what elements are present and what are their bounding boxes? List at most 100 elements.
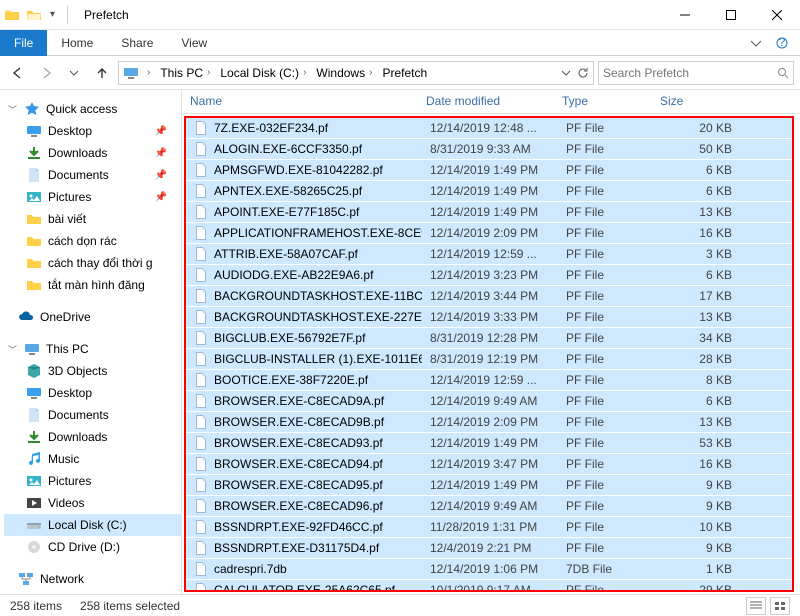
sidebar-item-tắt-màn-hình-đăng[interactable]: tắt màn hình đăng	[4, 274, 181, 296]
address-bar[interactable]: › This PC› Local Disk (C:)› Windows› Pre…	[118, 61, 594, 85]
file-row[interactable]: APPLICATIONFRAMEHOST.EXE-8CE9A1E...12/14…	[186, 223, 792, 244]
crumb-local-disk[interactable]: Local Disk (C:)›	[218, 62, 312, 84]
file-row[interactable]: APNTEX.EXE-58265C25.pf12/14/2019 1:49 PM…	[186, 181, 792, 202]
maximize-button[interactable]	[708, 0, 754, 30]
ribbon-tab-share[interactable]: Share	[107, 30, 167, 56]
sidebar-item-downloads[interactable]: Downloads	[4, 426, 181, 448]
sidebar-item-music[interactable]: Music	[4, 448, 181, 470]
sidebar-this-pc[interactable]: ﹀ This PC	[4, 338, 181, 360]
pin-icon: 📌	[155, 126, 167, 137]
sidebar-item-cd-drive-d-[interactable]: CD Drive (D:)	[4, 536, 181, 558]
file-row[interactable]: BROWSER.EXE-C8ECAD9B.pf12/14/2019 2:09 P…	[186, 412, 792, 433]
file-name: APMSGFWD.EXE-81042282.pf	[214, 163, 383, 177]
file-icon	[194, 184, 208, 198]
view-large-icons-icon[interactable]	[770, 597, 790, 615]
file-row[interactable]: BROWSER.EXE-C8ECAD9A.pf12/14/2019 9:49 A…	[186, 391, 792, 412]
search-box[interactable]	[598, 61, 794, 85]
file-icon	[194, 121, 208, 135]
sidebar-item-desktop[interactable]: Desktop	[4, 382, 181, 404]
ribbon-tab-home[interactable]: Home	[47, 30, 107, 56]
file-icon	[194, 436, 208, 450]
file-row[interactable]: BROWSER.EXE-C8ECAD96.pf12/14/2019 9:49 A…	[186, 496, 792, 517]
sidebar-item-cách-thay-đổi-thời-g[interactable]: cách thay đổi thời g	[4, 252, 181, 274]
file-icon	[194, 226, 208, 240]
sidebar-quick-access-label: Quick access	[46, 102, 117, 116]
file-row[interactable]: ALOGIN.EXE-6CCF3350.pf8/31/2019 9:33 AMP…	[186, 139, 792, 160]
file-row[interactable]: CALCULATOR.EXE-25A62C65.pf10/1/2019 9:17…	[186, 580, 792, 592]
ribbon-tab-file[interactable]: File	[0, 30, 47, 56]
chevron-right-icon[interactable]: ›	[143, 67, 154, 78]
file-date: 12/14/2019 1:49 PM	[422, 163, 558, 177]
help-icon[interactable]: ?	[772, 33, 792, 53]
file-type: 7DB File	[558, 562, 656, 576]
file-icon	[194, 163, 208, 177]
search-input[interactable]	[603, 66, 773, 80]
sidebar-item-local-disk-c-[interactable]: Local Disk (C:)	[4, 514, 181, 536]
search-icon[interactable]	[777, 67, 789, 79]
file-row[interactable]: BSSNDRPT.EXE-92FD46CC.pf11/28/2019 1:31 …	[186, 517, 792, 538]
file-icon	[194, 478, 208, 492]
sidebar-item-pictures[interactable]: Pictures📌	[4, 186, 181, 208]
file-row[interactable]: BROWSER.EXE-C8ECAD95.pf12/14/2019 1:49 P…	[186, 475, 792, 496]
file-name: BIGCLUB-INSTALLER (1).EXE-1011E6DA.pf	[214, 352, 422, 366]
sidebar-item-label: Documents	[48, 408, 109, 422]
file-list[interactable]: 7Z.EXE-032EF234.pf12/14/2019 12:48 ...PF…	[184, 116, 794, 592]
file-row[interactable]: cadrespri.7db12/14/2019 1:06 PM7DB File1…	[186, 559, 792, 580]
crumb-prefetch[interactable]: Prefetch	[380, 62, 429, 84]
forward-button[interactable]	[34, 61, 58, 85]
up-button[interactable]	[90, 61, 114, 85]
file-type: PF File	[558, 436, 656, 450]
file-row[interactable]: AUDIODG.EXE-AB22E9A6.pf12/14/2019 3:23 P…	[186, 265, 792, 286]
status-item-count: 258 items	[10, 599, 62, 613]
file-row[interactable]: ATTRIB.EXE-58A07CAF.pf12/14/2019 12:59 .…	[186, 244, 792, 265]
sidebar-item-label: Desktop	[48, 124, 92, 138]
file-row[interactable]: BIGCLUB.EXE-56792E7F.pf8/31/2019 12:28 P…	[186, 328, 792, 349]
sidebar-item-desktop[interactable]: Desktop 📌	[4, 120, 181, 142]
file-row[interactable]: BIGCLUB-INSTALLER (1).EXE-1011E6DA.pf8/3…	[186, 349, 792, 370]
folder-open-icon[interactable]	[26, 7, 42, 23]
refresh-icon[interactable]	[577, 67, 589, 79]
sidebar-item-videos[interactable]: Videos	[4, 492, 181, 514]
file-row[interactable]: BSSNDRPT.EXE-D31175D4.pf12/4/2019 2:21 P…	[186, 538, 792, 559]
file-row[interactable]: BOOTICE.EXE-38F7220E.pf12/14/2019 12:59 …	[186, 370, 792, 391]
column-header-date[interactable]: Date modified	[418, 90, 554, 113]
sidebar-item-3d-objects[interactable]: 3D Objects	[4, 360, 181, 382]
file-row[interactable]: APOINT.EXE-E77F185C.pf12/14/2019 1:49 PM…	[186, 202, 792, 223]
sidebar-this-pc-label: This PC	[46, 342, 89, 356]
sidebar-item-cách-dọn-rác[interactable]: cách dọn rác	[4, 230, 181, 252]
file-date: 12/14/2019 1:06 PM	[422, 562, 558, 576]
quick-access-dropdown-icon[interactable]: ▾	[48, 9, 57, 20]
file-size: 16 KB	[656, 226, 792, 240]
sidebar-item-downloads[interactable]: Downloads📌	[4, 142, 181, 164]
crumb-this-pc[interactable]: This PC›	[158, 62, 216, 84]
sidebar-quick-access[interactable]: ﹀ Quick access	[4, 98, 181, 120]
column-header-size[interactable]: Size	[652, 90, 800, 113]
file-row[interactable]: BACKGROUNDTASKHOST.EXE-227E7019.pf12/14/…	[186, 307, 792, 328]
file-row[interactable]: BACKGROUNDTASKHOST.EXE-11BC8A7A....12/14…	[186, 286, 792, 307]
sidebar-network[interactable]: Network	[4, 568, 181, 590]
ribbon-tab-view[interactable]: View	[167, 30, 221, 56]
sidebar-item-documents[interactable]: Documents📌	[4, 164, 181, 186]
close-button[interactable]	[754, 0, 800, 30]
crumb-windows[interactable]: Windows›	[314, 62, 378, 84]
file-row[interactable]: BROWSER.EXE-C8ECAD94.pf12/14/2019 3:47 P…	[186, 454, 792, 475]
recent-locations-dropdown[interactable]	[62, 61, 86, 85]
minimize-button[interactable]	[662, 0, 708, 30]
file-date: 11/28/2019 1:31 PM	[422, 520, 558, 534]
file-type: PF File	[558, 457, 656, 471]
sidebar-item-label: cách dọn rác	[48, 234, 117, 248]
address-dropdown-icon[interactable]	[561, 68, 571, 78]
column-header-type[interactable]: Type	[554, 90, 652, 113]
sidebar-item-pictures[interactable]: Pictures	[4, 470, 181, 492]
file-row[interactable]: BROWSER.EXE-C8ECAD93.pf12/14/2019 1:49 P…	[186, 433, 792, 454]
sidebar-item-documents[interactable]: Documents	[4, 404, 181, 426]
back-button[interactable]	[6, 61, 30, 85]
sidebar-onedrive[interactable]: OneDrive	[4, 306, 181, 328]
file-row[interactable]: APMSGFWD.EXE-81042282.pf 12/14/2019 1:49 …	[186, 160, 792, 181]
file-row[interactable]: 7Z.EXE-032EF234.pf12/14/2019 12:48 ...PF…	[186, 118, 792, 139]
column-header-name[interactable]: Name	[182, 90, 418, 113]
file-type: PF File	[558, 520, 656, 534]
sidebar-item-bài-viết[interactable]: bài viết	[4, 208, 181, 230]
view-details-icon[interactable]	[746, 597, 766, 615]
ribbon-expand-icon[interactable]	[746, 33, 766, 53]
